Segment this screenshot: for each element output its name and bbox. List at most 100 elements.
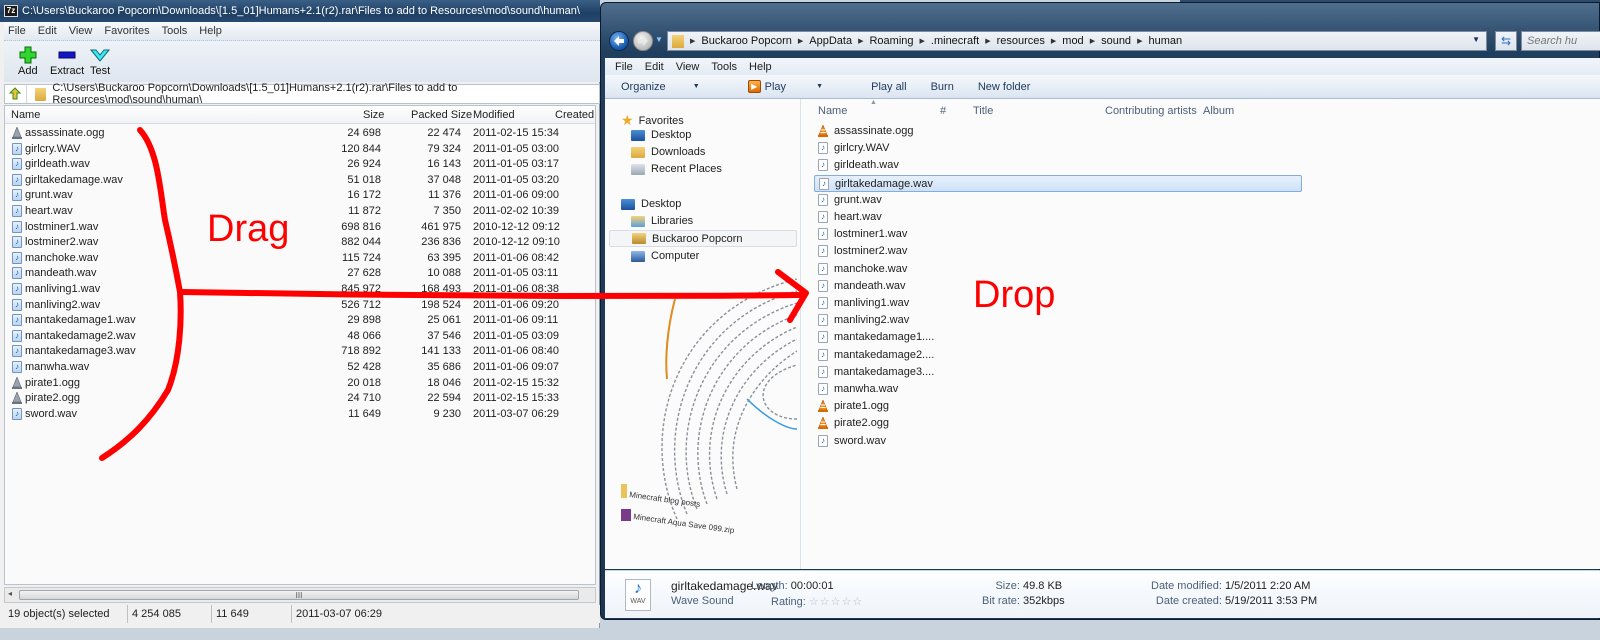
nav-desktop[interactable]: Desktop [621,198,681,210]
zip-file-row[interactable]: pirate1.ogg 20 018 18 046 2011-02-15 15:32 [5,375,595,392]
file-item[interactable]: ♪ manliving1.wav [814,295,1302,312]
column-created[interactable]: Created [555,109,594,121]
breadcrumb-separator-icon[interactable]: ▶ [858,37,863,45]
recent-pages-dropdown-icon[interactable]: ▼ [655,35,663,44]
back-button[interactable] [609,31,629,51]
zip-file-row[interactable]: ♪ girltakedamage.wav 51 018 37 048 2011-01-0… [5,173,595,189]
zip-file-row[interactable]: ♪ girlcry.WAV 120 844 79 324 2011-01-05 03:0… [5,142,595,158]
zip-file-row[interactable]: ♪ manliving2.wav 526 712 198 524 2011-01-06 … [5,298,595,314]
nav-libraries[interactable]: Libraries [631,215,693,227]
file-item[interactable]: ♪ manliving2.wav [814,312,1302,329]
file-item-selected[interactable]: ♪ girltakedamage.wav [814,174,1302,192]
breadcrumb-resources[interactable]: resources [997,35,1045,47]
organize-button[interactable]: Organize ▼ [621,81,724,93]
zip-menu-edit[interactable]: Edit [38,25,57,37]
zip-menu-file[interactable]: File [8,25,26,37]
file-item[interactable]: pirate1.ogg [814,398,1302,415]
breadcrumb-separator-icon[interactable]: ▶ [798,37,803,45]
file-item[interactable]: ♪ lostminer1.wav [814,226,1302,243]
file-item[interactable]: ♪ grunt.wav [814,192,1302,209]
breadcrumb-minecraft[interactable]: .minecraft [931,35,979,47]
column-size[interactable]: Size [363,109,384,121]
file-item[interactable]: ♪ mandeath.wav [814,278,1302,295]
zip-file-row[interactable]: pirate2.ogg 24 710 22 594 2011-02-15 15:33 [5,391,595,407]
address-dropdown-icon[interactable]: ▼ [1472,35,1480,44]
nav-recent-places[interactable]: Recent Places [631,163,722,175]
folder-up-icon[interactable] [5,85,27,103]
zip-menu-favorites[interactable]: Favorites [104,25,149,37]
breadcrumb-separator-icon[interactable]: ▶ [1090,37,1095,45]
zip-file-row[interactable]: ♪ girldeath.wav 26 924 16 143 2011-01-05 03:… [5,157,595,173]
column-album[interactable]: Album [1203,105,1234,117]
breadcrumb-sound[interactable]: sound [1101,35,1131,47]
nav-desktop-favorite[interactable]: Desktop [631,129,691,141]
explorer-menu-edit[interactable]: Edit [645,61,664,73]
explorer-address-bar[interactable]: ▶ Buckaroo Popcorn ▶ AppData ▶ Roaming ▶… [667,31,1487,51]
test-button[interactable]: Test [90,45,110,77]
zip-file-row[interactable]: assassinate.ogg 24 698 22 474 2011-02-15 15… [5,126,595,142]
file-item[interactable]: ♪ girlcry.WAV [814,140,1302,157]
play-button[interactable]: ▶ Play ▼ [747,80,847,93]
search-input[interactable]: Search hu [1521,31,1600,51]
zip-title-bar[interactable]: 7z C:\Users\Buckaroo Popcorn\Downloads\[… [0,0,600,22]
column-name[interactable]: Name [818,105,847,117]
column-modified[interactable]: Modified [473,109,515,121]
breadcrumb-separator-icon[interactable]: ▶ [920,37,925,45]
file-item[interactable]: ♪ heart.wav [814,209,1302,226]
scroll-left-arrow-icon[interactable]: ◂ [8,589,12,598]
column-packed-size[interactable]: Packed Size [411,109,472,121]
file-item[interactable]: ♪ mantakedamage1.... [814,329,1302,346]
zip-address-bar[interactable]: C:\Users\Buckaroo Popcorn\Downloads\[1.5… [4,82,600,106]
refresh-button[interactable]: ⇆ [1495,31,1517,51]
file-item[interactable]: ♪ manchoke.wav [814,261,1302,278]
zip-file-row[interactable]: ♪ mantakedamage2.wav 48 066 37 546 2011-01-0… [5,329,595,345]
explorer-menu-file[interactable]: File [615,61,633,73]
breadcrumb-appdata[interactable]: AppData [809,35,852,47]
rating-stars-icon[interactable]: ☆☆☆☆☆ [809,596,863,608]
breadcrumb-separator-icon[interactable]: ▶ [690,37,695,45]
column-contributing-artists[interactable]: Contributing artists [1105,105,1197,117]
zip-file-row[interactable]: ♪ mandeath.wav 27 628 10 088 2011-01-05 03:1… [5,266,595,282]
zip-file-row[interactable]: ♪ manwha.wav 52 428 35 686 2011-01-06 09:07 [5,360,595,376]
zip-file-row[interactable]: ♪ mantakedamage1.wav 29 898 25 061 2011-01-0… [5,313,595,329]
breadcrumb-human[interactable]: human [1148,35,1182,47]
breadcrumb-separator-icon[interactable]: ▶ [985,37,990,45]
column-number[interactable]: # [940,105,946,117]
file-item[interactable]: ♪ girldeath.wav [814,157,1302,174]
file-item[interactable]: ♪ mantakedamage3.... [814,364,1302,381]
file-item[interactable]: ♪ lostminer2.wav [814,243,1302,260]
column-name[interactable]: Name [11,109,40,121]
zip-file-row[interactable]: ♪ lostminer1.wav 698 816 461 975 2010-12-12 … [5,220,595,236]
zip-menu-view[interactable]: View [69,25,93,37]
burn-button[interactable]: Burn [931,81,954,93]
breadcrumb-separator-icon[interactable]: ▶ [1051,37,1056,45]
breadcrumb-mod[interactable]: mod [1062,35,1083,47]
file-item[interactable]: ♪ manwha.wav [814,381,1302,398]
add-button[interactable]: Add [18,45,38,77]
zip-file-row[interactable]: ♪ grunt.wav 16 172 11 376 2011-01-06 09:00 [5,188,595,204]
breadcrumb-separator-icon[interactable]: ▶ [1137,37,1142,45]
details-rating[interactable]: Rating: ☆☆☆☆☆ [771,595,863,608]
zip-horizontal-scrollbar[interactable]: ◂ III [4,587,596,603]
file-item[interactable]: ♪ sword.wav [814,433,1302,450]
zip-file-row[interactable]: ♪ manliving1.wav 845 972 168 493 2011-01-06 … [5,282,595,298]
play-all-button[interactable]: Play all [871,81,906,93]
explorer-menu-tools[interactable]: Tools [711,61,737,73]
zip-menu-help[interactable]: Help [199,25,222,37]
file-item[interactable]: pirate2.ogg [814,415,1302,432]
zip-file-row[interactable]: ♪ sword.wav 11 649 9 230 2011-03-07 06:29 [5,407,595,423]
zip-file-row[interactable]: ♪ manchoke.wav 115 724 63 395 2011-01-06 08:… [5,251,595,267]
breadcrumb-roaming[interactable]: Roaming [869,35,913,47]
nav-downloads[interactable]: Downloads [631,146,705,158]
zip-file-row[interactable]: ♪ mantakedamage3.wav 718 892 141 133 2011-01… [5,344,595,360]
nav-favorites[interactable]: ★ Favorites [621,112,684,129]
column-title[interactable]: Title [973,105,993,117]
explorer-menu-help[interactable]: Help [749,61,772,73]
explorer-menu-view[interactable]: View [676,61,700,73]
forward-button[interactable] [633,31,653,51]
extract-button[interactable]: Extract [50,45,84,77]
scroll-thumb[interactable]: III [19,590,579,600]
nav-computer[interactable]: Computer [631,250,699,262]
breadcrumb-buckaroo-popcorn[interactable]: Buckaroo Popcorn [701,35,792,47]
zip-file-row[interactable]: ♪ lostminer2.wav 882 044 236 836 2010-12-12 … [5,235,595,251]
